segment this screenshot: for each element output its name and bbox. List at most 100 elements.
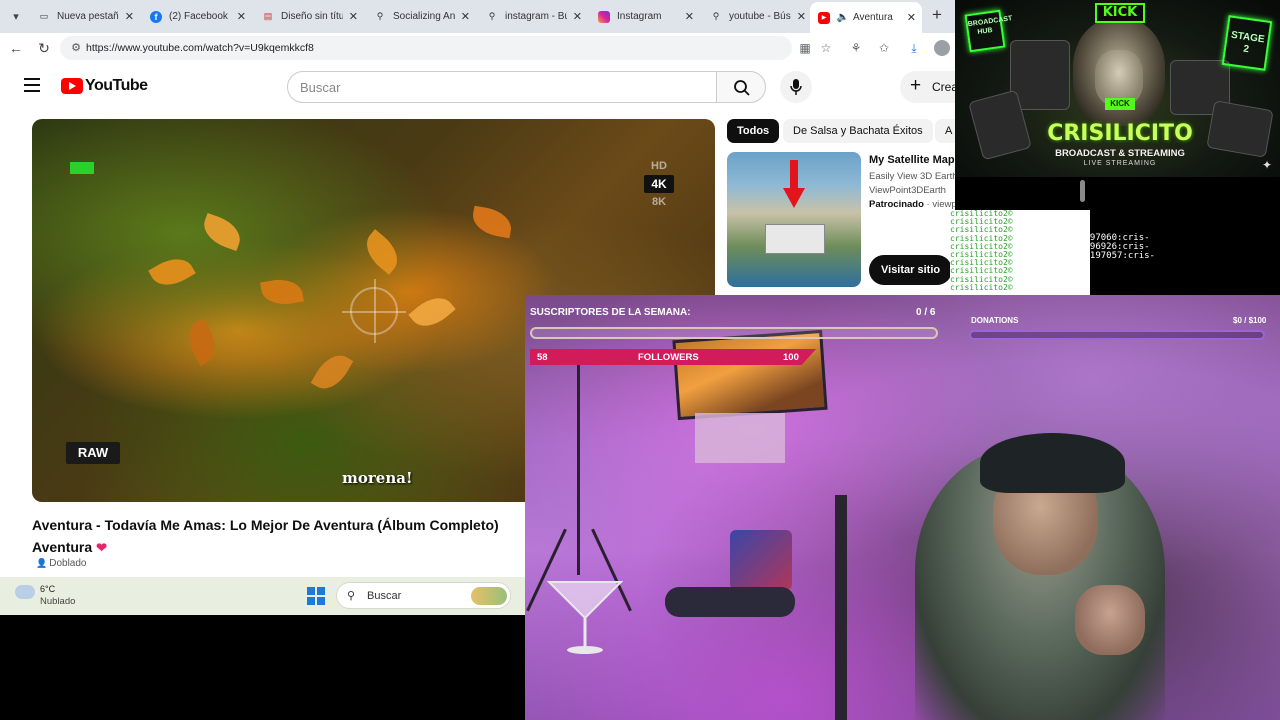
followers-goal: 100 xyxy=(783,352,799,363)
sponsored-ad[interactable]: My Satellite Map Easily View 3D Earth Vi… xyxy=(727,152,955,292)
command-line: !mute:5197057:cris- xyxy=(1052,251,1155,261)
ad-title[interactable]: My Satellite Map xyxy=(869,154,955,166)
youtube-logo[interactable]: YouTube xyxy=(61,77,148,95)
document-icon: ▤ xyxy=(263,11,273,21)
instagram-icon xyxy=(598,10,610,23)
weather-temperature[interactable]: 6°C xyxy=(40,584,55,594)
wall-unit-image xyxy=(695,413,785,463)
search-icon xyxy=(734,80,750,96)
search-icon: ⚲ xyxy=(347,590,356,602)
followers-current: 58 xyxy=(537,352,548,363)
search-button[interactable] xyxy=(716,71,766,103)
voice-search-button[interactable] xyxy=(780,71,812,103)
close-icon[interactable]: ✕ xyxy=(573,10,582,23)
taskbar-search-label: Buscar xyxy=(367,590,402,602)
search-placeholder: Buscar xyxy=(300,80,341,95)
donations-label: DONATIONS xyxy=(971,316,1019,325)
leaf-decoration xyxy=(148,250,196,294)
hamburger-menu-icon[interactable] xyxy=(24,78,40,92)
close-icon[interactable]: ✕ xyxy=(461,10,470,23)
chat-scrollbar[interactable] xyxy=(1080,180,1085,202)
recording-indicator xyxy=(70,162,94,174)
focus-crosshair-icon xyxy=(342,279,406,343)
favorites-icon[interactable]: ✩ xyxy=(876,40,892,56)
dubbed-label: Doblado xyxy=(49,558,87,569)
ad-sponsored: Patrocinado · viewpoint3dearth.com xyxy=(869,199,955,210)
leaf-decoration xyxy=(470,205,514,239)
tab-diseno[interactable]: ▤ Diseño sin títu ✕ xyxy=(254,4,364,29)
rail-image xyxy=(835,495,847,720)
create-label: Crea xyxy=(932,80,955,94)
search-input[interactable]: Buscar xyxy=(287,71,717,103)
close-icon[interactable]: ✕ xyxy=(685,10,694,23)
webcam-feed: SUSCRIPTORES DE LA SEMANA: 0 / 6 58 FOLL… xyxy=(525,295,1280,720)
profile-avatar[interactable] xyxy=(934,40,950,56)
hoverboard-image xyxy=(665,587,795,617)
tab-list-chevron-down-icon[interactable]: ▾ xyxy=(6,7,26,27)
cloud-icon[interactable] xyxy=(15,585,35,599)
tab-label: Aventura xyxy=(853,12,893,23)
streamer-hand-image xyxy=(1075,585,1145,655)
8k-badge: 8K xyxy=(651,196,667,208)
leaf-decoration xyxy=(358,229,406,275)
plus-icon: + xyxy=(910,75,922,96)
windows-start-icon[interactable] xyxy=(307,587,325,605)
bookmark-star-icon[interactable]: ☆ xyxy=(818,40,834,56)
followers-label: FOLLOWERS xyxy=(638,352,699,363)
ad-thumbnail[interactable] xyxy=(727,152,861,287)
create-button[interactable]: + Crea xyxy=(900,71,955,103)
tab-instagram[interactable]: Instagram ✕ xyxy=(590,4,700,29)
chip-salsa-bachata[interactable]: De Salsa y Bachata Éxitos xyxy=(783,119,933,143)
search-icon: ⚲ xyxy=(488,11,496,21)
tab-aventura[interactable]: ▶ 🔈 Aventura ✕ xyxy=(810,2,922,33)
visit-site-button[interactable]: Visitar sitio xyxy=(869,255,953,285)
hd-badge: HD xyxy=(651,160,667,172)
tab-facebook[interactable]: f (2) Facebook ✕ xyxy=(142,4,252,29)
video-subtitle: morena! xyxy=(342,469,413,487)
tab-socializing[interactable]: ⚲ Socializing And ✕ xyxy=(366,4,476,29)
taskbar-search-input[interactable]: ⚲ Buscar xyxy=(336,582,511,609)
tab-youtube-busqueda[interactable]: ⚲ youtube - Búsq ✕ xyxy=(702,4,812,29)
donations-value: $0 / $100 xyxy=(1233,316,1267,325)
new-tab-plus-icon[interactable]: + xyxy=(927,6,947,26)
leaf-decoration xyxy=(180,318,224,366)
reload-icon[interactable]: ↻ xyxy=(34,38,54,58)
chip-todos[interactable]: Todos xyxy=(727,119,780,143)
subscribers-progress-bar xyxy=(530,327,938,339)
tab-instagram-busqueda[interactable]: ⚲ instagram - Bús ✕ xyxy=(478,4,588,29)
banner-tagline: BROADCAST & STREAMING xyxy=(1055,148,1185,159)
heart-icon: ❤ xyxy=(96,540,107,555)
apps-grid-icon[interactable]: ▦ xyxy=(797,40,813,56)
ad-description: Easily View 3D Earth ViewPoint3DEarth xyxy=(869,170,955,198)
tab-nueva-pestana[interactable]: ▭ Nueva pestaña ✕ xyxy=(30,4,140,29)
search-icon: ⚲ xyxy=(376,11,384,21)
facebook-icon: f xyxy=(150,10,162,23)
leaf-decoration xyxy=(260,275,304,309)
kick-logo-medallion: KICK xyxy=(1105,98,1135,110)
4k-badge: 4K xyxy=(644,175,674,193)
stage-2-sign: STAGE 2 xyxy=(1221,15,1273,71)
quality-badges: HD 4K 8K xyxy=(644,157,674,211)
close-icon[interactable]: ✕ xyxy=(237,10,246,23)
leaf-decoration xyxy=(198,212,246,252)
close-icon[interactable]: ✕ xyxy=(797,10,806,23)
search-icon: ⚲ xyxy=(712,11,720,21)
extensions-icon[interactable]: ⚘ xyxy=(848,40,864,56)
channel-name: CRISILICITO xyxy=(1047,121,1193,146)
weather-condition[interactable]: Nublado xyxy=(40,596,75,607)
back-arrow-icon[interactable]: ← xyxy=(6,38,26,58)
speaker-icon[interactable]: 🔈 xyxy=(837,12,849,24)
chip-more[interactable]: A xyxy=(935,119,955,143)
weekly-subscribers-label: SUSCRIPTORES DE LA SEMANA: xyxy=(530,307,691,318)
url-text: https://www.youtube.com/watch?v=U9kqemkk… xyxy=(86,42,314,54)
tab-strip: ▾ ▭ Nueva pestaña ✕ f (2) Facebook ✕ ▤ D… xyxy=(0,0,955,33)
address-bar[interactable]: ⚙ https://www.youtube.com/watch?v=U9kqem… xyxy=(60,36,792,60)
close-icon[interactable]: ✕ xyxy=(349,10,358,23)
downloads-icon[interactable]: ⤓ xyxy=(906,40,922,56)
close-icon[interactable]: ✕ xyxy=(907,11,916,24)
close-icon[interactable]: ✕ xyxy=(125,10,134,23)
chat-line: crisilicito2© xyxy=(950,282,1013,292)
youtube-logo-text: YouTube xyxy=(85,77,148,94)
site-info-icon[interactable]: ⚙ xyxy=(68,40,84,56)
command-log: !cmd:5197060:cris- !cmd:5196926:cris- !m… xyxy=(1052,234,1232,261)
